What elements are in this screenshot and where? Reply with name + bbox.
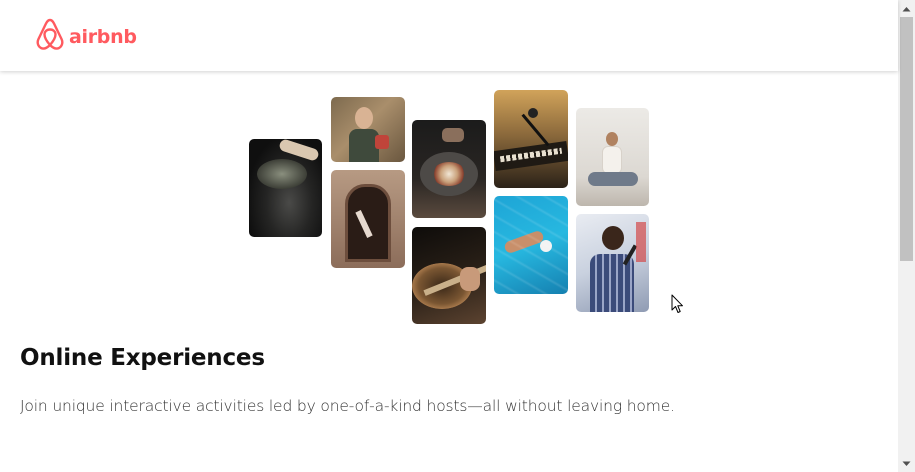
photo-keyboard-microphone	[494, 90, 568, 188]
photo-swimmer-pool	[494, 196, 568, 294]
mouse-cursor-icon	[671, 294, 684, 318]
page-subtitle: Join unique interactive activities led b…	[20, 397, 675, 415]
airbnb-logo[interactable]: airbnb	[35, 18, 137, 55]
top-navbar: airbnb	[0, 0, 898, 71]
photo-dancer-doorway	[331, 170, 405, 268]
photo-guitar-player	[412, 227, 486, 324]
photo-plated-dish	[412, 120, 486, 218]
photo-singer	[576, 214, 649, 312]
scrollbar-thumb[interactable]	[900, 17, 913, 261]
vertical-scrollbar[interactable]	[898, 0, 915, 472]
scroll-down-arrow-icon[interactable]	[898, 455, 915, 472]
photo-meditation	[576, 108, 649, 206]
airbnb-belo-icon	[35, 18, 65, 55]
page-title: Online Experiences	[20, 345, 265, 371]
scroll-up-arrow-icon[interactable]	[898, 0, 915, 17]
photo-woman-holding-food	[331, 97, 405, 162]
logo-wordmark: airbnb	[69, 25, 137, 48]
photo-cooking-pan	[249, 139, 322, 237]
